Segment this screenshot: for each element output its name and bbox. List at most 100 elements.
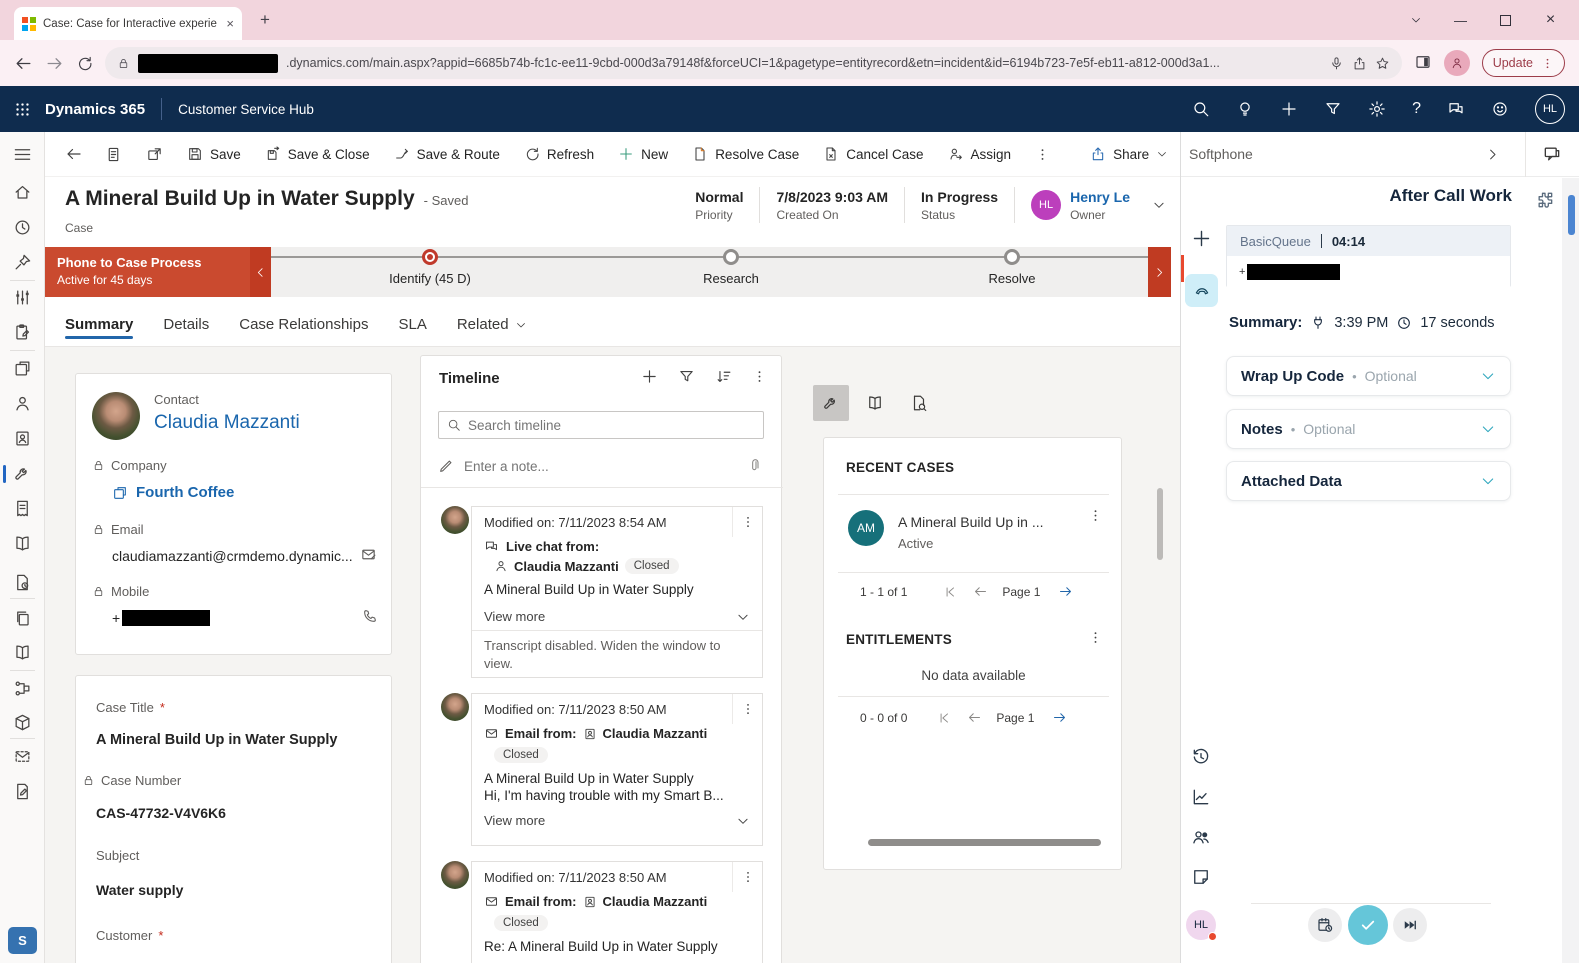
related-tab-knowledge-book-icon[interactable] bbox=[857, 385, 893, 421]
agent-experience-icon[interactable] bbox=[13, 288, 32, 307]
knowledge-search-icon[interactable] bbox=[13, 643, 32, 662]
contact-name-link[interactable]: Claudia Mazzanti bbox=[154, 412, 300, 434]
bpf-next-chevron-icon[interactable] bbox=[1148, 247, 1171, 297]
recent-case-more-icon[interactable] bbox=[1088, 508, 1103, 523]
window-close-icon[interactable]: × bbox=[1528, 0, 1573, 40]
entry-contact[interactable]: Claudia Mazzanti bbox=[603, 726, 708, 741]
entry-subject[interactable]: Re: A Mineral Build Up in Water Supply bbox=[472, 931, 762, 954]
window-menu-icon[interactable] bbox=[1393, 0, 1438, 40]
first-page-icon[interactable] bbox=[937, 711, 951, 725]
brand-title[interactable]: Dynamics 365 bbox=[45, 101, 145, 118]
browser-back-icon[interactable] bbox=[14, 54, 33, 73]
company-value[interactable]: Fourth Coffee bbox=[136, 484, 234, 501]
chevron-down-icon[interactable] bbox=[736, 814, 750, 828]
bpf-stage-resolve-dot[interactable] bbox=[1004, 249, 1020, 265]
tab-details[interactable]: Details bbox=[163, 316, 209, 346]
tab-summary[interactable]: Summary bbox=[65, 316, 133, 346]
new-tab-button[interactable]: + bbox=[260, 10, 270, 30]
activities-icon[interactable] bbox=[13, 323, 32, 342]
browser-menu-dots-icon[interactable] bbox=[1541, 57, 1554, 70]
area-switcher-badge[interactable]: S bbox=[8, 927, 37, 954]
panel-scrollbar-thumb[interactable] bbox=[1568, 195, 1575, 235]
entitlements-more-icon[interactable] bbox=[1088, 630, 1103, 645]
wrap-up-code-section[interactable]: Wrap Up Code • Optional bbox=[1226, 356, 1511, 396]
email-value[interactable]: claudiamazzanti@crmdemo.dynamic... bbox=[112, 548, 353, 564]
timeline-sort-icon[interactable] bbox=[715, 368, 732, 385]
call-phone-icon[interactable] bbox=[362, 608, 378, 624]
bpf-prev-chevron-icon[interactable] bbox=[250, 247, 271, 297]
related-tab-doc-search-icon[interactable] bbox=[901, 385, 937, 421]
timeline-add-icon[interactable] bbox=[641, 368, 658, 385]
timeline-search-box[interactable] bbox=[438, 411, 764, 439]
collapse-panel-chevron-icon[interactable] bbox=[1485, 147, 1500, 162]
puzzle-apps-icon[interactable] bbox=[1535, 190, 1555, 210]
browser-tab[interactable]: Case: Case for Interactive experie × bbox=[14, 7, 242, 40]
teams-chat-icon[interactable] bbox=[1542, 144, 1562, 164]
prev-page-icon[interactable] bbox=[967, 710, 982, 725]
next-page-icon[interactable] bbox=[1058, 584, 1073, 599]
share-page-icon[interactable] bbox=[1352, 56, 1367, 71]
emoji-icon[interactable] bbox=[1491, 100, 1509, 118]
attach-icon[interactable] bbox=[748, 458, 764, 474]
tab-close-icon[interactable]: × bbox=[226, 16, 234, 31]
form-selector-icon[interactable] bbox=[95, 146, 132, 163]
url-bar[interactable]: .dynamics.com/main.aspx?appid=6685b74b-f… bbox=[105, 47, 1402, 79]
timeline-more-icon[interactable] bbox=[752, 369, 767, 384]
timeline-entry-email-2[interactable]: Modified on: 7/11/2023 8:50 AM Email fro… bbox=[471, 861, 763, 963]
timeline-entry-livechat[interactable]: Modified on: 7/11/2023 8:54 AM Live chat… bbox=[471, 506, 763, 678]
recent-clock-icon[interactable] bbox=[13, 218, 32, 237]
queues-icon[interactable] bbox=[13, 499, 32, 518]
priority-field[interactable]: Normal Priority bbox=[679, 189, 759, 222]
history-icon[interactable] bbox=[1191, 747, 1211, 767]
knowledge-articles-icon[interactable] bbox=[13, 534, 32, 553]
bpf-stage-research-dot[interactable] bbox=[723, 249, 739, 265]
browser-update-button[interactable]: Update bbox=[1482, 49, 1565, 77]
products-icon[interactable] bbox=[13, 713, 32, 732]
bpf-stage-identify[interactable]: Identify (45 D) bbox=[345, 249, 515, 286]
chevron-down-icon[interactable] bbox=[1480, 421, 1496, 437]
entry-subject[interactable]: A Mineral Build Up in Water Supply bbox=[472, 574, 762, 597]
entry-view-more[interactable]: View more bbox=[472, 807, 762, 834]
owner-field[interactable]: HL Henry Le Owner bbox=[1015, 189, 1146, 222]
save-and-close-button[interactable]: Save & Close bbox=[255, 140, 380, 168]
resolve-case-button[interactable]: Resolve Case bbox=[682, 140, 809, 168]
timeline-note-input[interactable] bbox=[464, 459, 738, 474]
feedback-icon[interactable] bbox=[1447, 100, 1465, 118]
window-minimize-icon[interactable]: — bbox=[1438, 0, 1483, 40]
save-button[interactable]: Save bbox=[177, 140, 251, 168]
owner-value[interactable]: Henry Le bbox=[1070, 189, 1130, 205]
chevron-down-icon[interactable] bbox=[1480, 473, 1496, 489]
entry-more-icon[interactable] bbox=[732, 862, 762, 892]
timeline-note-box[interactable] bbox=[438, 451, 764, 481]
sitemap-hamburger-icon[interactable] bbox=[13, 145, 32, 164]
page-back-icon[interactable] bbox=[57, 145, 91, 163]
scheduled-docs-icon[interactable] bbox=[13, 573, 32, 592]
analytics-icon[interactable] bbox=[1191, 787, 1211, 807]
case-title-value[interactable]: A Mineral Build Up in Water Supply bbox=[96, 732, 337, 748]
entry-contact[interactable]: Claudia Mazzanti bbox=[514, 559, 619, 574]
active-call-session-icon[interactable] bbox=[1185, 274, 1218, 307]
contacts-icon[interactable] bbox=[13, 394, 32, 413]
nav-user-avatar[interactable]: HL bbox=[1535, 94, 1565, 124]
tab-sla[interactable]: SLA bbox=[398, 316, 426, 346]
contact-photo[interactable] bbox=[92, 392, 140, 440]
entry-more-icon[interactable] bbox=[732, 507, 762, 537]
entry-contact[interactable]: Claudia Mazzanti bbox=[603, 894, 708, 909]
subject-value[interactable]: Water supply bbox=[96, 882, 183, 898]
settings-gear-icon[interactable] bbox=[1368, 100, 1386, 118]
entitlements-icon[interactable] bbox=[13, 679, 32, 698]
bpf-process-box[interactable]: Phone to Case Process Active for 45 days bbox=[45, 247, 250, 297]
form-scrollbar-thumb[interactable] bbox=[1157, 488, 1163, 560]
people-icon[interactable] bbox=[1191, 827, 1211, 847]
skip-acw-button[interactable] bbox=[1393, 908, 1427, 942]
search-icon[interactable] bbox=[1192, 100, 1210, 118]
social-profiles-icon[interactable] bbox=[13, 429, 32, 448]
tab-case-relationships[interactable]: Case Relationships bbox=[239, 316, 368, 346]
window-maximize-icon[interactable] bbox=[1483, 0, 1528, 40]
header-expand-chevron-icon[interactable] bbox=[1152, 198, 1166, 212]
chevron-down-icon[interactable] bbox=[736, 610, 750, 624]
share-button[interactable]: Share bbox=[1080, 140, 1178, 168]
bpf-stage-resolve[interactable]: Resolve bbox=[927, 249, 1097, 286]
tab-related[interactable]: Related bbox=[457, 316, 527, 346]
status-field[interactable]: In Progress Status bbox=[905, 189, 1014, 222]
